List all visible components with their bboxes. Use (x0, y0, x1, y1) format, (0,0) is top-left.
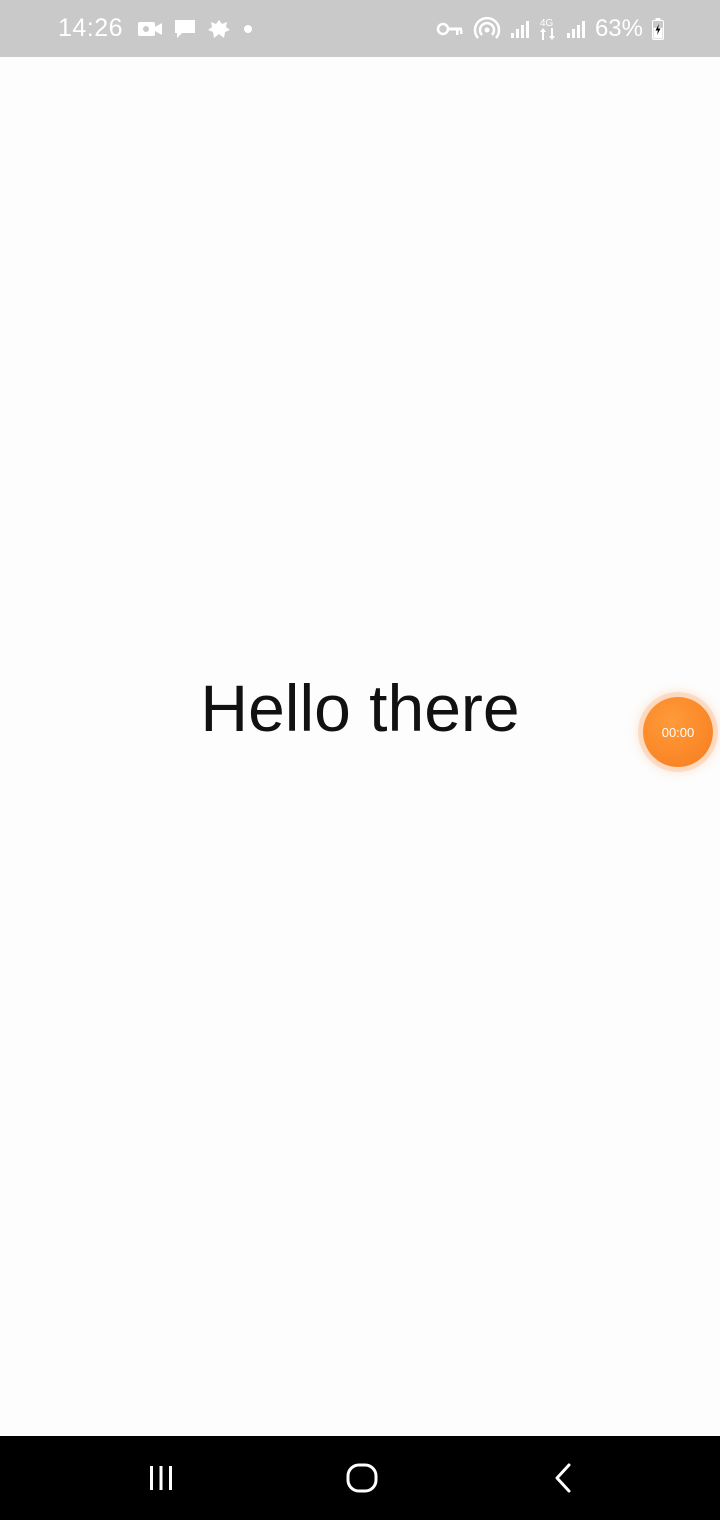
back-icon (549, 1462, 579, 1494)
home-icon (345, 1461, 379, 1495)
video-camera-icon (137, 19, 163, 39)
app-notification-icon (207, 18, 231, 40)
main-content: Hello there 00:00 (0, 57, 720, 1436)
hotspot-icon (473, 16, 501, 42)
status-bar: 14:26 4G 63% (0, 0, 720, 57)
message-icon (173, 18, 197, 40)
home-button[interactable] (302, 1436, 422, 1520)
back-button[interactable] (504, 1436, 624, 1520)
signal-icon (566, 19, 586, 39)
recents-button[interactable] (101, 1436, 221, 1520)
status-bar-left: 14:26 (58, 0, 255, 57)
timer-label: 00:00 (661, 724, 695, 740)
floating-timer-button[interactable]: 00:00 (643, 697, 713, 767)
recents-icon (146, 1463, 176, 1493)
signal-icon (510, 19, 530, 39)
vpn-key-icon (436, 20, 464, 38)
status-bar-right: 4G 63% (436, 0, 664, 57)
dot-icon (241, 22, 255, 36)
battery-percent: 63% (594, 14, 643, 42)
network-label: 4G (540, 18, 554, 29)
status-time: 14:26 (58, 14, 124, 42)
battery-icon (652, 17, 664, 40)
navigation-bar (0, 1436, 720, 1520)
4g-data-icon: 4G (539, 16, 557, 42)
greeting-text: Hello there (200, 671, 520, 745)
